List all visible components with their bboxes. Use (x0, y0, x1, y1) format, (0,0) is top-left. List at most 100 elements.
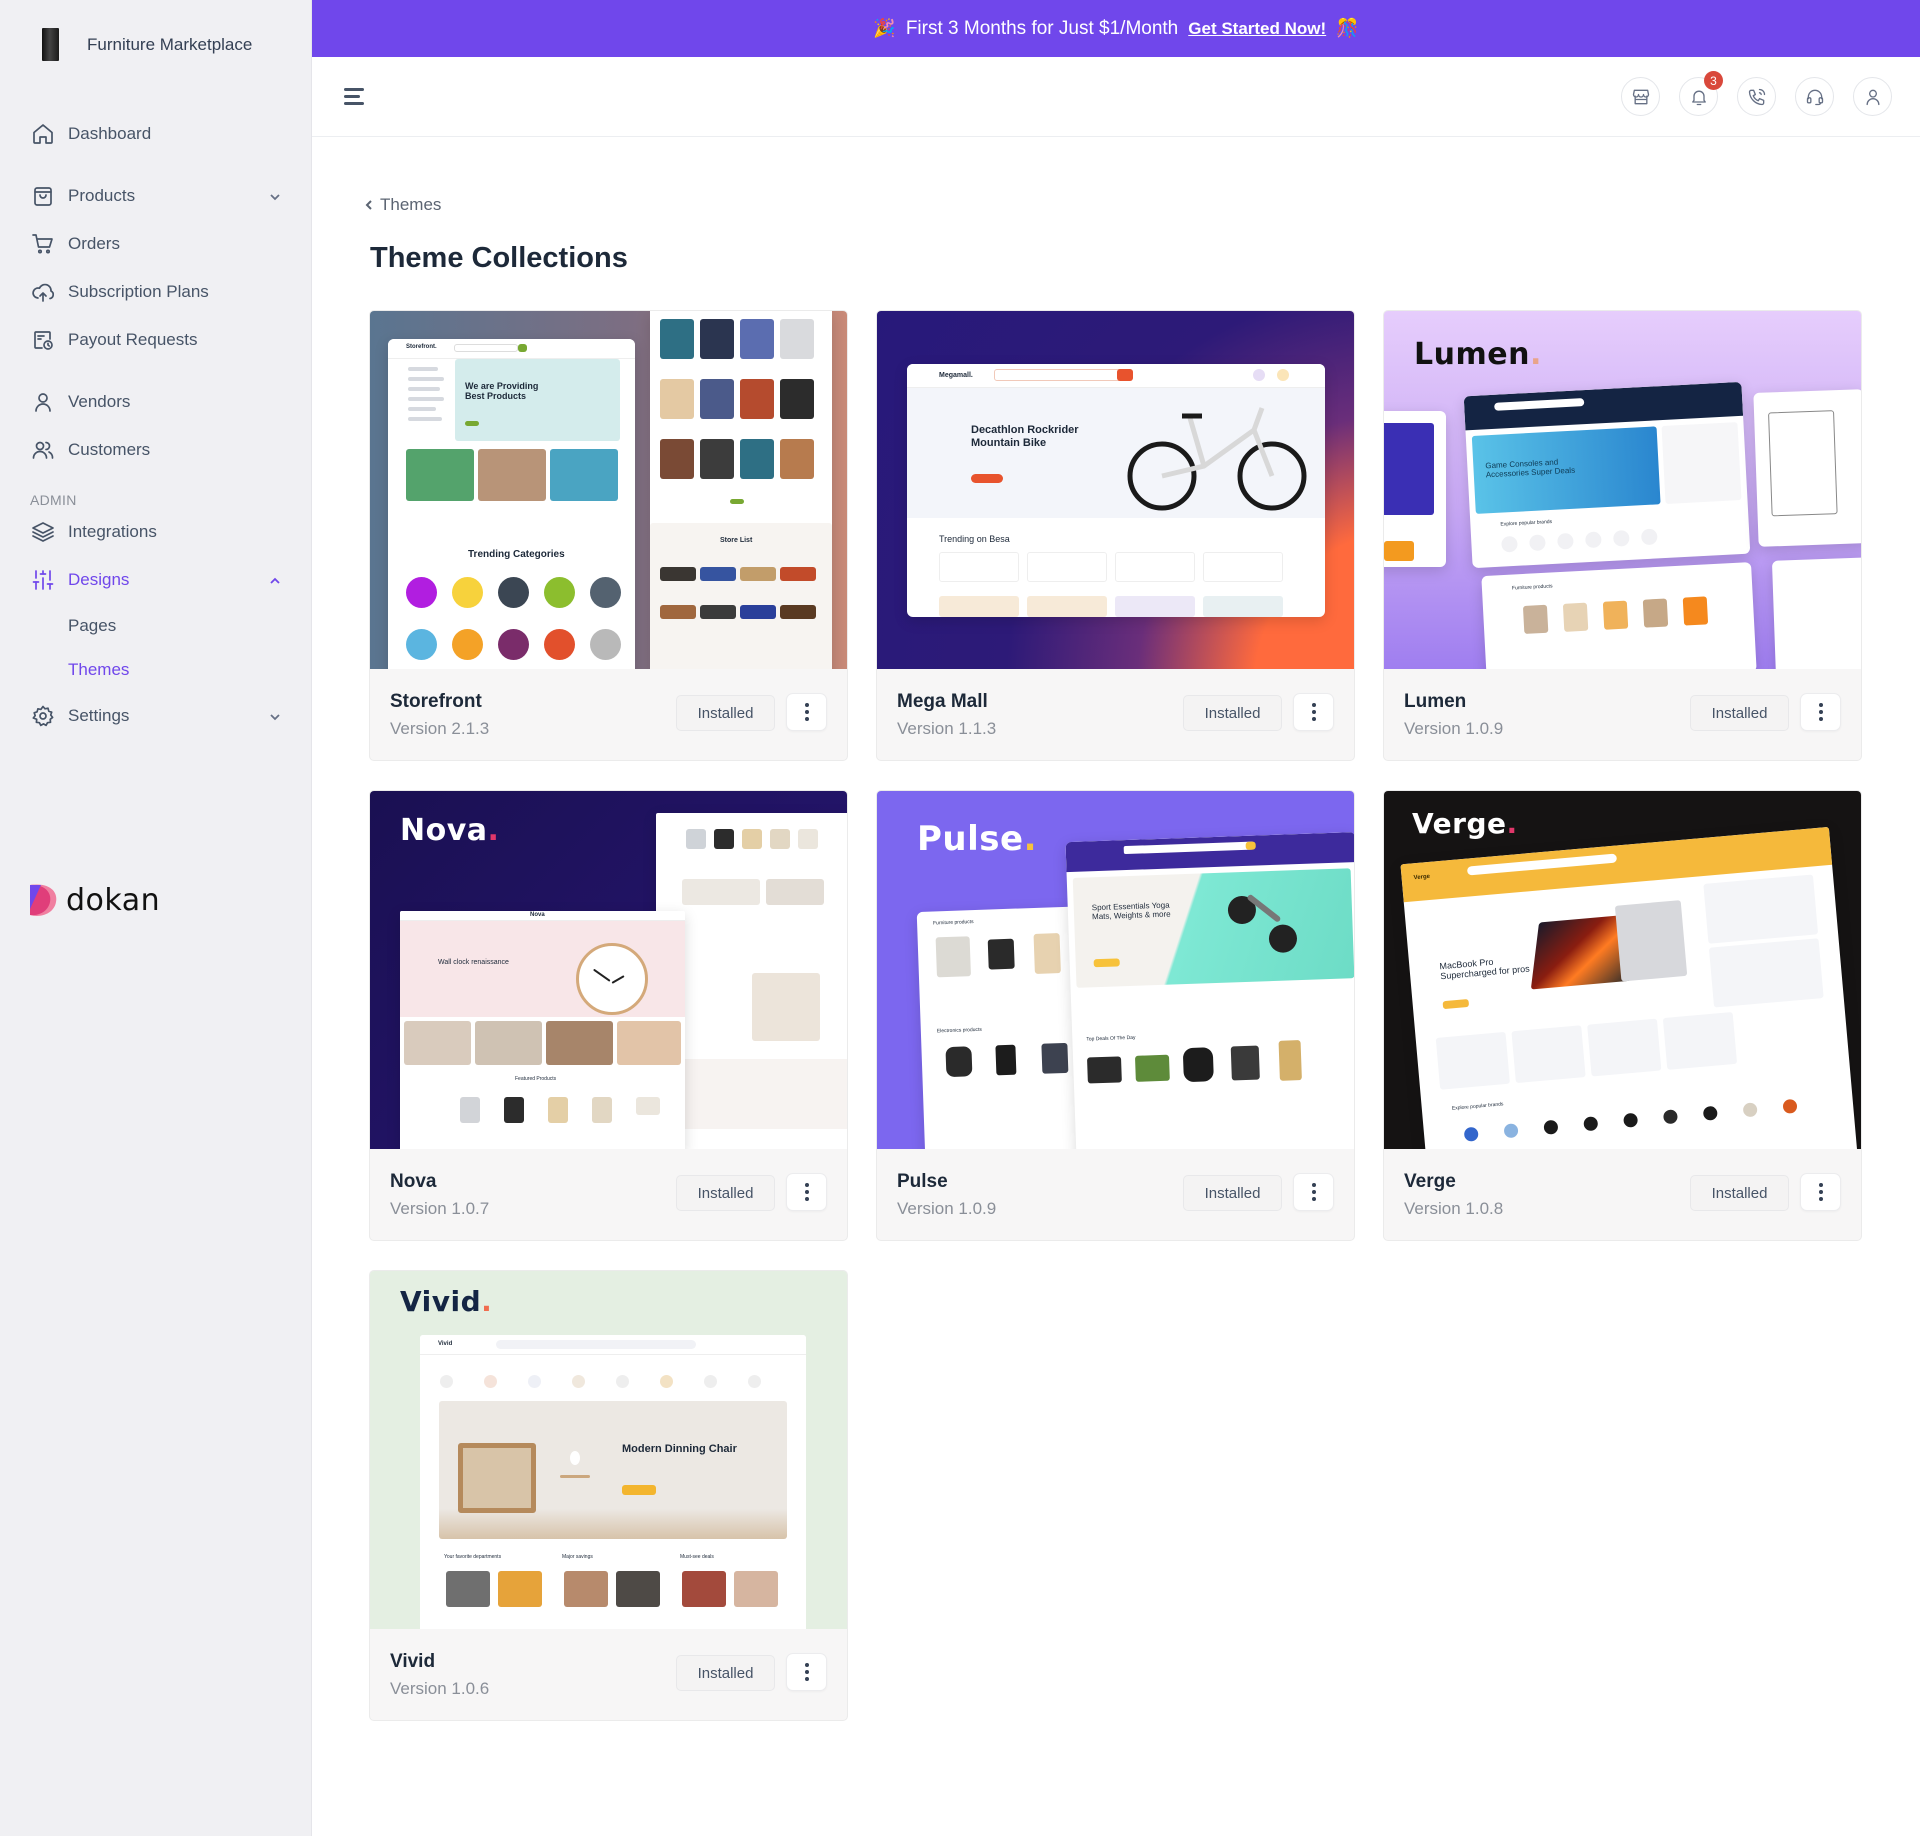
chevron-up-icon[interactable] (268, 573, 282, 587)
sidebar: Furniture Marketplace Dashboard Products… (0, 0, 312, 1836)
store-logo (42, 28, 59, 61)
sidebar-subitem-themes[interactable]: Themes (30, 648, 292, 692)
sidebar-item-dashboard[interactable]: Dashboard (30, 110, 292, 158)
kebab-menu-icon (1818, 1183, 1823, 1201)
users-icon (30, 437, 56, 463)
theme-preview-vivid[interactable]: Vivid. Vivid Modern Dinning Chair Your f… (370, 1271, 847, 1629)
sidebar-item-designs[interactable]: Designs (30, 556, 292, 604)
support-button[interactable] (1795, 77, 1834, 116)
theme-preview-pulse[interactable]: Pulse. Furniture products Electronics pr… (877, 791, 1354, 1149)
sidebar-item-label: Orders (68, 234, 120, 253)
kebab-menu-icon (1311, 703, 1316, 721)
theme-preview-mega-mall[interactable]: Megamall. Decathlon Rockrider Mountain B… (877, 311, 1354, 669)
sidebar-item-payout-requests[interactable]: Payout Requests (30, 316, 292, 364)
installed-button[interactable]: Installed (1690, 1175, 1789, 1211)
chevron-down-icon[interactable] (268, 709, 282, 723)
sidebar-item-label: Designs (68, 570, 130, 589)
more-options-button[interactable] (1293, 1173, 1334, 1211)
kebab-menu-icon (1818, 703, 1823, 721)
sidebar-item-products[interactable]: Products (30, 172, 292, 220)
cart-icon (30, 231, 56, 257)
admin-section-label: ADMIN (30, 492, 77, 508)
layers-icon (30, 519, 56, 545)
party-popper-icon: 🎉 (873, 18, 896, 38)
cloud-upload-icon (30, 279, 56, 305)
chevron-left-icon (365, 200, 372, 210)
dokan-logo[interactable]: dokan (28, 882, 160, 918)
theme-card-footer: Lumen Version 1.0.9 Installed (1384, 667, 1861, 760)
breadcrumb-back-link[interactable]: Themes (364, 195, 441, 215)
shopping-bag-icon (30, 183, 56, 209)
more-options-button[interactable] (786, 1173, 827, 1211)
sliders-icon (30, 567, 56, 593)
store-button[interactable] (1621, 77, 1660, 116)
theme-preview-verge[interactable]: Verge. Verge MacBook Pro Supercharged fo… (1384, 791, 1861, 1149)
theme-card-footer: Nova Version 1.0.7 Installed (370, 1147, 847, 1240)
call-button[interactable] (1737, 77, 1776, 116)
installed-button[interactable]: Installed (676, 1655, 775, 1691)
store-name: Furniture Marketplace (87, 34, 253, 54)
theme-card-footer: Vivid Version 1.0.6 Installed (370, 1627, 847, 1720)
promo-text: First 3 Months for Just $1/Month (905, 17, 1179, 39)
notification-badge: 3 (1704, 71, 1723, 90)
chevron-down-icon[interactable] (268, 189, 282, 203)
theme-version: Version 2.1.3 (390, 719, 490, 738)
notifications-button[interactable]: 3 (1679, 71, 1723, 116)
get-started-link[interactable]: Get Started Now! (1188, 19, 1326, 39)
theme-card: Lumen. Game Consoles and Accessories Sup… (1383, 310, 1862, 761)
user-icon (1866, 89, 1879, 105)
theme-name: Mega Mall (897, 691, 988, 712)
kebab-menu-icon (804, 1663, 809, 1681)
sidebar-item-orders[interactable]: Orders (30, 220, 292, 268)
sidebar-subitem-pages[interactable]: Pages (30, 604, 292, 648)
dokan-logo-text: dokan (66, 882, 161, 918)
sidebar-item-label: Dashboard (68, 124, 152, 143)
sidebar-nav: Dashboard Products Orders Subscription P… (30, 110, 292, 740)
sidebar-item-label: Products (68, 186, 136, 205)
page-title: Theme Collections (370, 242, 628, 274)
theme-version: Version 1.0.9 (897, 1199, 997, 1218)
theme-version: Version 1.1.3 (897, 719, 997, 738)
installed-button[interactable]: Installed (676, 695, 775, 731)
theme-name: Verge (1404, 1171, 1456, 1192)
theme-card-footer: Pulse Version 1.0.9 Installed (877, 1147, 1354, 1240)
more-options-button[interactable] (1800, 1173, 1841, 1211)
sidebar-item-label: Integrations (68, 522, 157, 541)
theme-preview-nova[interactable]: Nova. Nova Wall clock renaissance Featur… (370, 791, 847, 1149)
sidebar-item-subscription-plans[interactable]: Subscription Plans (30, 268, 292, 316)
theme-version: Version 1.0.9 (1404, 719, 1504, 738)
installed-button[interactable]: Installed (1690, 695, 1789, 731)
more-options-button[interactable] (786, 693, 827, 731)
payout-clock-icon (30, 327, 56, 353)
sidebar-item-customers[interactable]: Customers (30, 426, 292, 474)
store-brand[interactable]: Furniture Marketplace (42, 28, 252, 61)
kebab-menu-icon (804, 703, 809, 721)
more-options-button[interactable] (1293, 693, 1334, 731)
installed-button[interactable]: Installed (676, 1175, 775, 1211)
more-options-button[interactable] (1800, 693, 1841, 731)
dokan-logo-mark (28, 882, 58, 918)
theme-name: Vivid (390, 1651, 436, 1672)
breadcrumb-label: Themes (380, 195, 442, 214)
user-icon (30, 389, 56, 415)
more-options-button[interactable] (786, 1653, 827, 1691)
theme-name: Pulse (897, 1171, 948, 1192)
theme-card: Storefront. We are Providing Best Produc… (369, 310, 848, 761)
sidebar-item-settings[interactable]: Settings (30, 692, 292, 740)
sidebar-item-integrations[interactable]: Integrations (30, 508, 292, 556)
theme-name: Storefront (390, 691, 482, 712)
bell-icon (1691, 90, 1706, 105)
theme-preview-lumen[interactable]: Lumen. Game Consoles and Accessories Sup… (1384, 311, 1861, 669)
installed-button[interactable]: Installed (1183, 1175, 1282, 1211)
theme-preview-storefront[interactable]: Storefront. We are Providing Best Produc… (370, 311, 847, 669)
installed-button[interactable]: Installed (1183, 695, 1282, 731)
profile-button[interactable] (1853, 77, 1892, 116)
theme-grid: Storefront. We are Providing Best Produc… (369, 310, 1862, 1721)
theme-version: Version 1.0.6 (390, 1679, 490, 1698)
menu-toggle-button[interactable] (342, 84, 368, 110)
store-icon (1632, 89, 1649, 104)
confetti-icon: 🎊 (1336, 18, 1359, 38)
sidebar-item-vendors[interactable]: Vendors (30, 378, 292, 426)
home-icon (30, 121, 56, 147)
sidebar-item-label: Subscription Plans (68, 282, 209, 301)
